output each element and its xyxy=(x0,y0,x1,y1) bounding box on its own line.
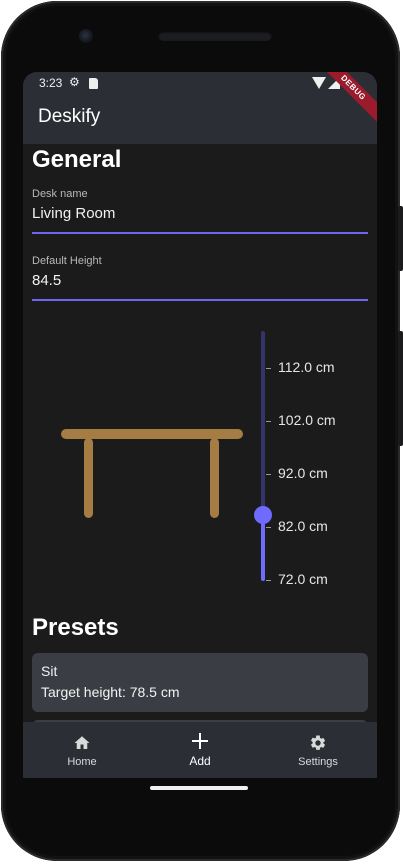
volume-button xyxy=(398,206,403,271)
desk-leg-right xyxy=(210,438,219,518)
nav-add-label: Add xyxy=(189,754,211,768)
slider-tick xyxy=(266,580,271,581)
default-height-underline xyxy=(32,299,368,301)
slider-tick xyxy=(266,421,271,422)
height-slider-active-track xyxy=(261,514,265,581)
slider-tick-label: 72.0 cm xyxy=(278,571,328,587)
desk-name-label: Desk name xyxy=(32,188,88,200)
slider-tick-label: 92.0 cm xyxy=(278,465,328,481)
gear-icon xyxy=(311,735,326,750)
plus-icon xyxy=(191,732,209,750)
default-height-field[interactable]: Default Height 84.5 xyxy=(32,255,368,301)
bottom-navigation: Home Add Settings xyxy=(23,722,377,778)
wifi-icon xyxy=(312,77,326,89)
status-bar: 3:23 ⚙ xyxy=(23,72,377,96)
default-height-label: Default Height xyxy=(32,255,102,267)
height-slider-thumb[interactable] xyxy=(254,506,272,524)
nav-home-label: Home xyxy=(67,756,97,768)
section-title-general: General xyxy=(32,146,122,173)
default-height-input[interactable]: 84.5 xyxy=(32,272,368,289)
desk-name-underline xyxy=(32,232,368,234)
nav-add[interactable]: Add xyxy=(141,722,259,778)
sd-card-icon xyxy=(89,78,98,89)
earpiece-speaker xyxy=(158,31,272,41)
power-button xyxy=(398,331,403,446)
phone-frame: 3:23 ⚙ Deskify DEBUG General Desk name L… xyxy=(1,1,403,861)
desk-name-input[interactable]: Living Room xyxy=(32,205,368,222)
desk-leg-left xyxy=(84,438,93,518)
preset-target-height: Target height: 78.5 cm xyxy=(41,684,180,700)
status-gear-icon: ⚙ xyxy=(69,75,80,89)
slider-tick xyxy=(266,368,271,369)
slider-tick-label: 82.0 cm xyxy=(278,518,328,534)
app-title: Deskify xyxy=(38,106,101,127)
nav-home[interactable]: Home xyxy=(23,722,141,778)
slider-tick-label: 112.0 cm xyxy=(278,359,335,375)
section-title-presets: Presets xyxy=(32,614,119,641)
status-time: 3:23 xyxy=(39,76,63,90)
app-screen: 3:23 ⚙ Deskify DEBUG General Desk name L… xyxy=(23,72,377,778)
slider-tick xyxy=(266,527,271,528)
preset-name: Sit xyxy=(41,663,58,679)
home-icon xyxy=(74,736,90,749)
nav-settings-label: Settings xyxy=(298,756,338,768)
slider-tick-label: 102.0 cm xyxy=(278,412,336,428)
app-bar: 3:23 ⚙ Deskify DEBUG xyxy=(23,72,377,144)
desk-name-field[interactable]: Desk name Living Room xyxy=(32,188,368,234)
preset-card-sit[interactable]: Sit Target height: 78.5 cm xyxy=(32,653,368,712)
slider-tick xyxy=(266,474,271,475)
front-camera xyxy=(79,29,93,43)
home-indicator[interactable] xyxy=(150,786,248,790)
nav-settings[interactable]: Settings xyxy=(259,722,377,778)
